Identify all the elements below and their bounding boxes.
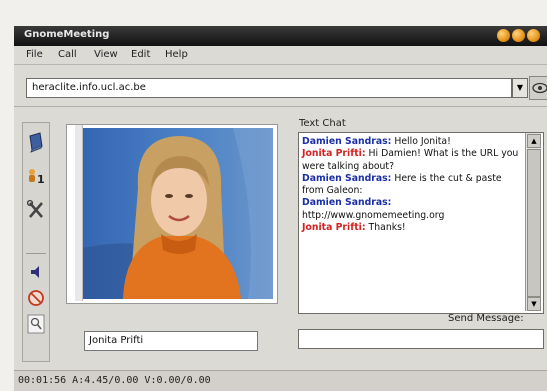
remote-user-name-field: Jonita Prifti bbox=[84, 331, 258, 351]
chat-message: Jonita Prifti: Thanks! bbox=[302, 222, 524, 234]
menu-help[interactable]: Help bbox=[165, 49, 188, 60]
status-bar: 00:01:56 A:4.45/0.00 V:0.00/0.00 bbox=[14, 370, 547, 391]
send-message-label: Send Message: bbox=[448, 313, 524, 324]
connect-button[interactable] bbox=[529, 76, 547, 100]
address-book-button[interactable] bbox=[27, 131, 45, 153]
chat-message: Damien Sandras: Hello Jonita! bbox=[302, 136, 524, 148]
scroll-down-button[interactable]: ▼ bbox=[527, 297, 541, 311]
remote-video-image bbox=[83, 128, 273, 299]
no-video-button[interactable] bbox=[27, 287, 45, 309]
audio-button[interactable] bbox=[27, 261, 45, 283]
chat-scrollbar[interactable]: ▲ ▼ bbox=[525, 133, 541, 311]
magnifier-icon bbox=[27, 314, 45, 334]
text-chat-label: Text Chat bbox=[299, 118, 346, 129]
toolbar-separator bbox=[14, 106, 547, 107]
webcam-portrait-image bbox=[83, 128, 273, 299]
maximize-button[interactable] bbox=[512, 29, 525, 42]
chat-message: Damien Sandras: Here is the cut & paste … bbox=[302, 173, 524, 198]
address-value: heraclite.info.ucl.ac.be bbox=[32, 82, 146, 93]
video-panel bbox=[66, 124, 278, 304]
chat-text: Thanks! bbox=[365, 222, 406, 234]
svg-text:1: 1 bbox=[37, 173, 45, 186]
title-bar[interactable]: GnomeMeeting bbox=[14, 26, 547, 46]
window-title: GnomeMeeting bbox=[24, 29, 110, 40]
chat-link[interactable]: http://www.gnomemeeting.org bbox=[302, 210, 444, 221]
left-toolbar: 1 bbox=[22, 122, 50, 362]
call-history-button[interactable]: 1 bbox=[27, 165, 45, 187]
tools-icon bbox=[26, 199, 43, 218]
chat-text: Hello Jonita! bbox=[391, 136, 451, 147]
chat-author: Jonita Prifti: bbox=[302, 222, 366, 234]
users-icon: 1 bbox=[29, 169, 45, 186]
address-book-icon bbox=[29, 132, 43, 153]
menu-bar: File Call View Edit Help bbox=[14, 46, 547, 65]
chat-author: Jonita Prifti: bbox=[302, 148, 366, 160]
scroll-thumb[interactable] bbox=[527, 149, 541, 297]
menu-file[interactable]: File bbox=[26, 49, 43, 60]
no-video-icon bbox=[28, 290, 44, 306]
chevron-down-icon: ▼ bbox=[531, 300, 537, 308]
menu-call[interactable]: Call bbox=[58, 49, 77, 60]
address-input[interactable]: heraclite.info.ucl.ac.be bbox=[26, 78, 512, 98]
main-window: GnomeMeeting File Call View Edit Help he… bbox=[14, 26, 547, 391]
menu-view[interactable]: View bbox=[94, 49, 118, 60]
chat-message: Jonita Prifti: Hi Damien! What is the UR… bbox=[302, 148, 524, 173]
send-message-input[interactable] bbox=[298, 329, 544, 349]
control-panel-button[interactable] bbox=[27, 313, 45, 335]
status-text: 00:01:56 A:4.45/0.00 V:0.00/0.00 bbox=[18, 375, 211, 386]
close-button[interactable] bbox=[527, 29, 540, 42]
chat-message: Damien Sandras: http://www.gnomemeeting.… bbox=[302, 197, 524, 222]
menu-edit[interactable]: Edit bbox=[131, 49, 150, 60]
address-history-dropdown[interactable]: ▼ bbox=[512, 78, 528, 98]
chat-author: Damien Sandras: bbox=[302, 136, 392, 147]
chevron-down-icon: ▼ bbox=[516, 83, 524, 92]
chevron-up-icon: ▲ bbox=[531, 137, 537, 145]
chat-log[interactable]: Damien Sandras: Hello Jonita! Jonita Pri… bbox=[298, 132, 544, 314]
minimize-button[interactable] bbox=[497, 29, 510, 42]
remote-user-name: Jonita Prifti bbox=[89, 335, 144, 346]
tools-button[interactable] bbox=[26, 199, 45, 221]
video-strip bbox=[75, 125, 83, 301]
chat-author: Damien Sandras: bbox=[302, 172, 392, 184]
volume-icon bbox=[31, 266, 39, 278]
chat-author: Damien Sandras: bbox=[302, 197, 392, 209]
eye-icon bbox=[532, 82, 547, 94]
scroll-up-button[interactable]: ▲ bbox=[527, 134, 541, 148]
left-toolbar-separator bbox=[26, 253, 46, 254]
